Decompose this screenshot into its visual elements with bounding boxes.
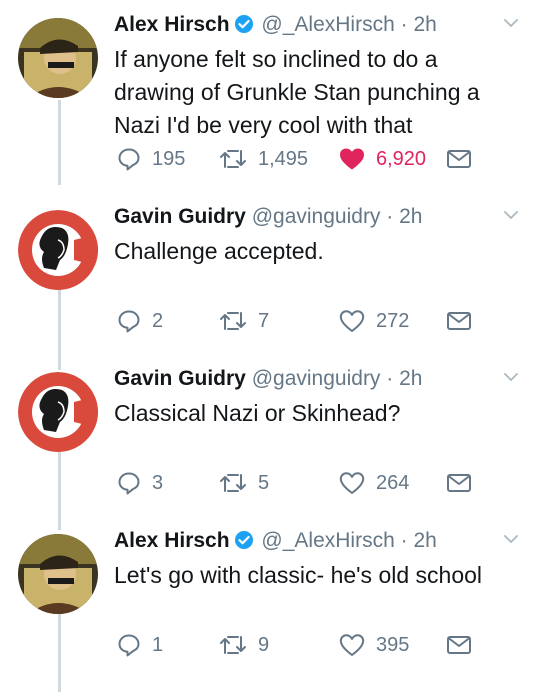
separator-dot: · xyxy=(400,529,408,552)
heart-icon xyxy=(338,632,366,658)
retweet-icon xyxy=(218,308,248,334)
avatar-image xyxy=(18,18,98,98)
avatar-image xyxy=(18,372,98,452)
like-button[interactable]: 395 xyxy=(338,631,409,659)
author-name[interactable]: Alex Hirsch xyxy=(114,13,230,36)
tweet-header: Alex Hirsch @_AlexHirsch · 2h xyxy=(114,12,520,38)
envelope-icon xyxy=(446,472,472,494)
heart-icon xyxy=(338,146,366,172)
envelope-icon xyxy=(446,634,472,656)
reply-button[interactable]: 2 xyxy=(116,307,163,335)
reply-count: 1 xyxy=(152,633,164,656)
like-button[interactable]: 272 xyxy=(338,307,409,335)
author-handle[interactable]: @_AlexHirsch xyxy=(261,529,394,552)
envelope-icon xyxy=(446,148,472,170)
direct-message-button[interactable] xyxy=(446,469,472,497)
retweet-icon xyxy=(218,632,248,658)
reply-icon xyxy=(116,470,142,496)
reply-icon xyxy=(116,146,142,172)
timestamp[interactable]: 2h xyxy=(413,529,436,552)
reply-button[interactable]: 1 xyxy=(116,631,163,659)
retweet-count: 1,495 xyxy=(258,147,309,170)
verified-badge-icon xyxy=(234,530,254,557)
author-name[interactable]: Gavin Guidry xyxy=(114,205,246,228)
reply-button[interactable]: 3 xyxy=(116,469,163,497)
thread-line xyxy=(58,100,61,185)
avatar-alex-hirsch[interactable] xyxy=(18,18,98,98)
retweet-icon xyxy=(218,146,248,172)
tweet-header: Gavin Guidry @gavinguidry · 2h xyxy=(114,204,520,230)
retweet-count: 9 xyxy=(258,633,270,656)
heart-icon xyxy=(338,308,366,334)
tweet-text: Challenge accepted. xyxy=(114,238,324,264)
tweet-text: Classical Nazi or Skinhead? xyxy=(114,400,401,426)
retweet-count: 7 xyxy=(258,309,270,332)
tweet-header: Alex Hirsch @_AlexHirsch · 2h xyxy=(114,528,520,554)
tweet-header: Gavin Guidry @gavinguidry · 2h xyxy=(114,366,520,392)
retweet-button[interactable]: 9 xyxy=(218,631,269,659)
reply-button[interactable]: 195 xyxy=(116,145,185,173)
thread-line xyxy=(58,614,61,692)
reply-count: 3 xyxy=(152,471,164,494)
reply-count: 2 xyxy=(152,309,164,332)
avatar-gavin-guidry[interactable] xyxy=(18,372,98,452)
retweet-icon xyxy=(218,470,248,496)
separator-dot: · xyxy=(386,367,394,390)
chevron-down-icon[interactable] xyxy=(502,368,520,391)
verified-badge-icon xyxy=(234,14,254,41)
like-count: 6,920 xyxy=(376,147,427,170)
chevron-down-icon[interactable] xyxy=(502,14,520,37)
author-handle[interactable]: @_AlexHirsch xyxy=(261,13,394,36)
timestamp[interactable]: 2h xyxy=(399,367,422,390)
retweet-count: 5 xyxy=(258,471,270,494)
tweet-actions: 2 7 272 xyxy=(114,307,494,335)
author-handle[interactable]: @gavinguidry xyxy=(252,205,381,228)
tweet-text: If anyone felt so inclined to do a drawi… xyxy=(114,46,480,138)
like-count: 395 xyxy=(376,633,410,656)
reply-icon xyxy=(116,308,142,334)
like-button[interactable]: 6,920 xyxy=(338,145,426,173)
avatar-gavin-guidry[interactable] xyxy=(18,210,98,290)
author-handle[interactable]: @gavinguidry xyxy=(252,367,381,390)
chevron-down-icon[interactable] xyxy=(502,530,520,553)
heart-icon xyxy=(338,470,366,496)
tweet-text: Let's go with classic- he's old school xyxy=(114,562,483,588)
tweet-actions: 195 1,495 6,920 xyxy=(114,145,494,173)
author-name[interactable]: Alex Hirsch xyxy=(114,529,230,552)
author-name[interactable]: Gavin Guidry xyxy=(114,367,246,390)
like-button[interactable]: 264 xyxy=(338,469,409,497)
avatar-alex-hirsch[interactable] xyxy=(18,534,98,614)
retweet-button[interactable]: 1,495 xyxy=(218,145,308,173)
chevron-down-icon[interactable] xyxy=(502,206,520,229)
reply-count: 195 xyxy=(152,147,186,170)
direct-message-button[interactable] xyxy=(446,145,472,173)
like-count: 272 xyxy=(376,309,410,332)
thread-line xyxy=(58,288,61,370)
tweet-actions: 1 9 395 xyxy=(114,631,494,659)
thread-line xyxy=(58,452,61,530)
timestamp[interactable]: 2h xyxy=(399,205,422,228)
avatar-image xyxy=(18,210,98,290)
separator-dot: · xyxy=(400,13,408,36)
retweet-button[interactable]: 5 xyxy=(218,469,269,497)
envelope-icon xyxy=(446,310,472,332)
like-count: 264 xyxy=(376,471,410,494)
retweet-button[interactable]: 7 xyxy=(218,307,269,335)
avatar-image xyxy=(18,534,98,614)
tweet-actions: 3 5 264 xyxy=(114,469,494,497)
separator-dot: · xyxy=(386,205,394,228)
direct-message-button[interactable] xyxy=(446,631,472,659)
direct-message-button[interactable] xyxy=(446,307,472,335)
reply-icon xyxy=(116,632,142,658)
timestamp[interactable]: 2h xyxy=(413,13,436,36)
